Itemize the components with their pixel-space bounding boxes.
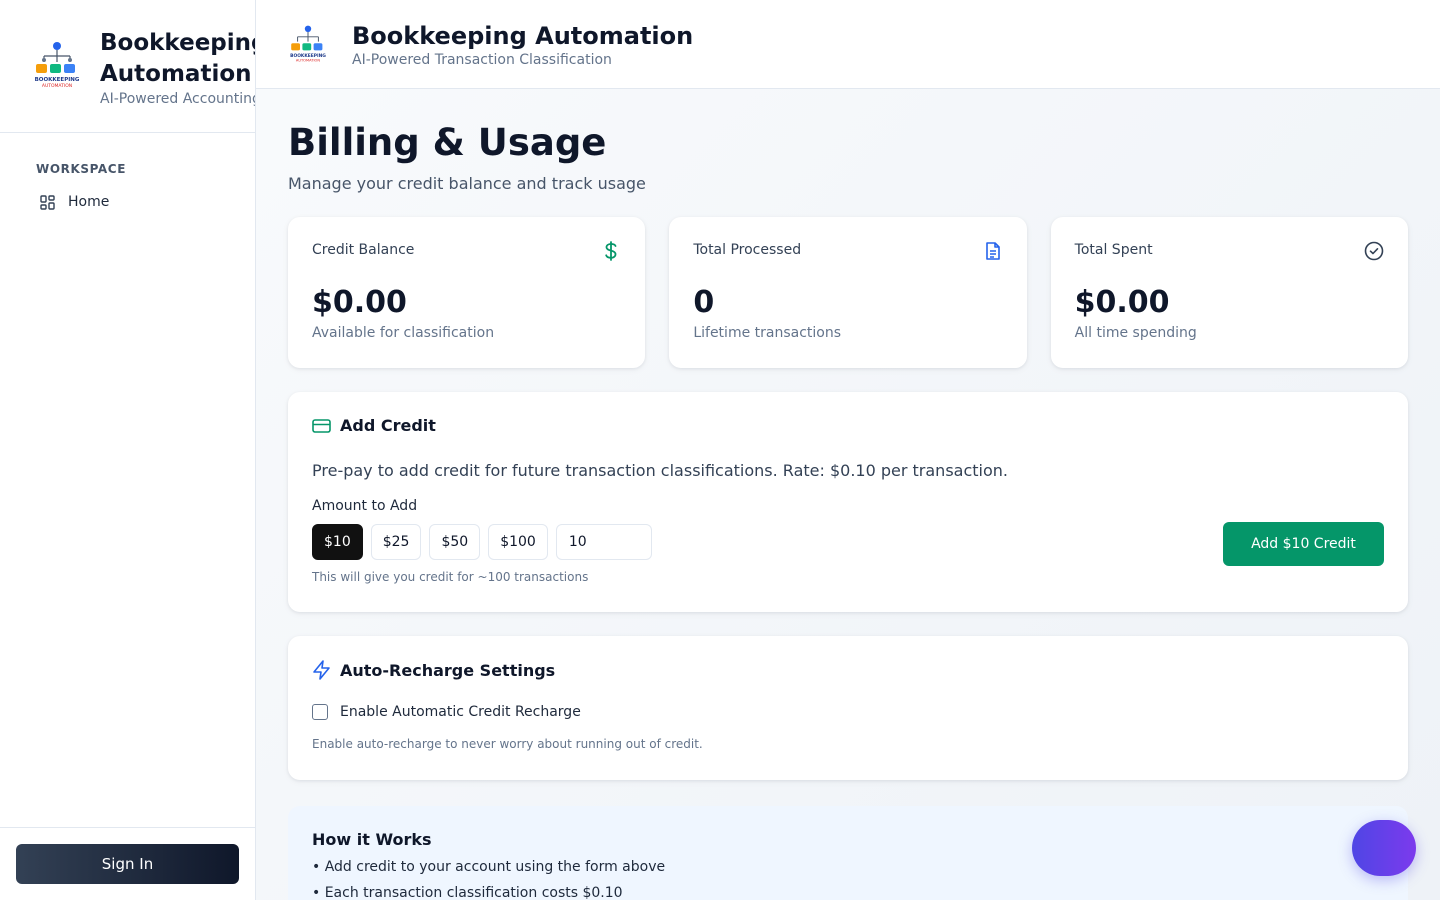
header-app-title: Bookkeeping Automation [352, 21, 694, 50]
document-icon [985, 242, 1000, 260]
auto-recharge-checkbox-label: Enable Automatic Credit Recharge [340, 704, 581, 720]
add-credit-title: Add Credit [340, 416, 436, 435]
sidebar-app-title: Bookkeeping Automation [100, 30, 255, 87]
amount-50-button[interactable]: $50 [429, 524, 481, 560]
auto-recharge-title: Auto-Recharge Settings [340, 660, 556, 680]
auto-recharge-checkbox[interactable] [312, 704, 328, 720]
main-content: Billing & Usage Manage your credit balan… [256, 89, 1440, 900]
custom-amount-input[interactable] [555, 524, 652, 560]
sign-in-button[interactable]: Sign In [16, 844, 239, 884]
sidebar-item-label: Home [68, 194, 110, 210]
sidebar-section-label: WORKSPACE [36, 162, 127, 176]
auto-recharge-card: Auto-Recharge Settings Enable Automatic … [288, 636, 1408, 780]
amount-25-button[interactable]: $25 [370, 524, 422, 560]
amount-label: Amount to Add [312, 498, 418, 514]
auto-recharge-note: Enable auto-recharge to never worry abou… [312, 737, 703, 751]
grid-icon [40, 194, 55, 210]
stat-label: Total Spent [1074, 242, 1153, 258]
amount-10-button[interactable]: $10 [312, 524, 363, 560]
credit-card-icon [312, 418, 331, 433]
svg-text:AUTOMATION: AUTOMATION [296, 59, 320, 63]
list-item: • Each transaction classification costs … [312, 885, 623, 900]
sidebar-item-home[interactable]: Home [40, 194, 255, 210]
sidebar-footer: Sign In [0, 827, 255, 900]
stat-card-credit-balance: Credit Balance $0.00 Available for class… [288, 217, 646, 368]
stat-card-total-processed: Total Processed 0 Lifetime transactions [669, 217, 1027, 368]
auto-recharge-toggle[interactable]: Enable Automatic Credit Recharge [312, 704, 1384, 720]
credit-hint: This will give you credit for ~100 trans… [312, 570, 589, 584]
bookkeeping-logo-icon: BOOKKEEPING AUTOMATION [35, 42, 80, 89]
stat-value: $0.00 [1074, 285, 1170, 320]
chat-assistant-button[interactable] [1352, 820, 1416, 876]
stat-note: All time spending [1074, 325, 1197, 341]
stat-note: Lifetime transactions [693, 325, 842, 341]
svg-text:AUTOMATION: AUTOMATION [42, 83, 72, 89]
stat-note: Available for classification [312, 325, 495, 341]
add-credit-button[interactable]: Add $10 Credit [1223, 522, 1384, 566]
auto-recharge-heading: Auto-Recharge Settings [312, 660, 1384, 680]
bookkeeping-logo-icon: BOOKKEEPING AUTOMATION [290, 25, 326, 63]
amount-100-button[interactable]: $100 [488, 524, 548, 560]
sidebar-app-subtitle: AI-Powered Accounting [100, 91, 255, 107]
page-subtitle: Manage your credit balance and track usa… [288, 174, 646, 193]
add-credit-heading: Add Credit [312, 416, 1384, 435]
list-item: • Add credit to your account using the f… [312, 859, 666, 875]
add-credit-card: Add Credit Pre-pay to add credit for fut… [288, 392, 1408, 612]
svg-text:BOOKKEEPING: BOOKKEEPING [35, 77, 80, 83]
sidebar-brand: BOOKKEEPING AUTOMATION Bookkeeping Autom… [0, 0, 255, 133]
header-app-subtitle: AI-Powered Transaction Classification [352, 51, 612, 68]
stat-value: $0.00 [312, 285, 407, 320]
how-it-works-panel: How it Works • Add credit to your accoun… [288, 806, 1408, 900]
stat-value: 0 [693, 285, 715, 320]
stats-row: Credit Balance $0.00 Available for class… [288, 217, 1408, 368]
stat-label: Total Processed [693, 242, 802, 258]
sidebar: BOOKKEEPING AUTOMATION Bookkeeping Autom… [0, 0, 256, 900]
page-title: Billing & Usage [288, 121, 607, 164]
top-header: BOOKKEEPING AUTOMATION Bookkeeping Autom… [256, 0, 1440, 89]
how-it-works-title: How it Works [312, 830, 432, 849]
check-circle-icon [1364, 241, 1384, 261]
dollar-icon [605, 241, 617, 261]
lightning-icon [313, 660, 330, 680]
add-credit-description: Pre-pay to add credit for future transac… [312, 461, 1008, 480]
stat-card-total-spent: Total Spent $0.00 All time spending [1050, 217, 1408, 368]
stat-label: Credit Balance [312, 242, 415, 258]
